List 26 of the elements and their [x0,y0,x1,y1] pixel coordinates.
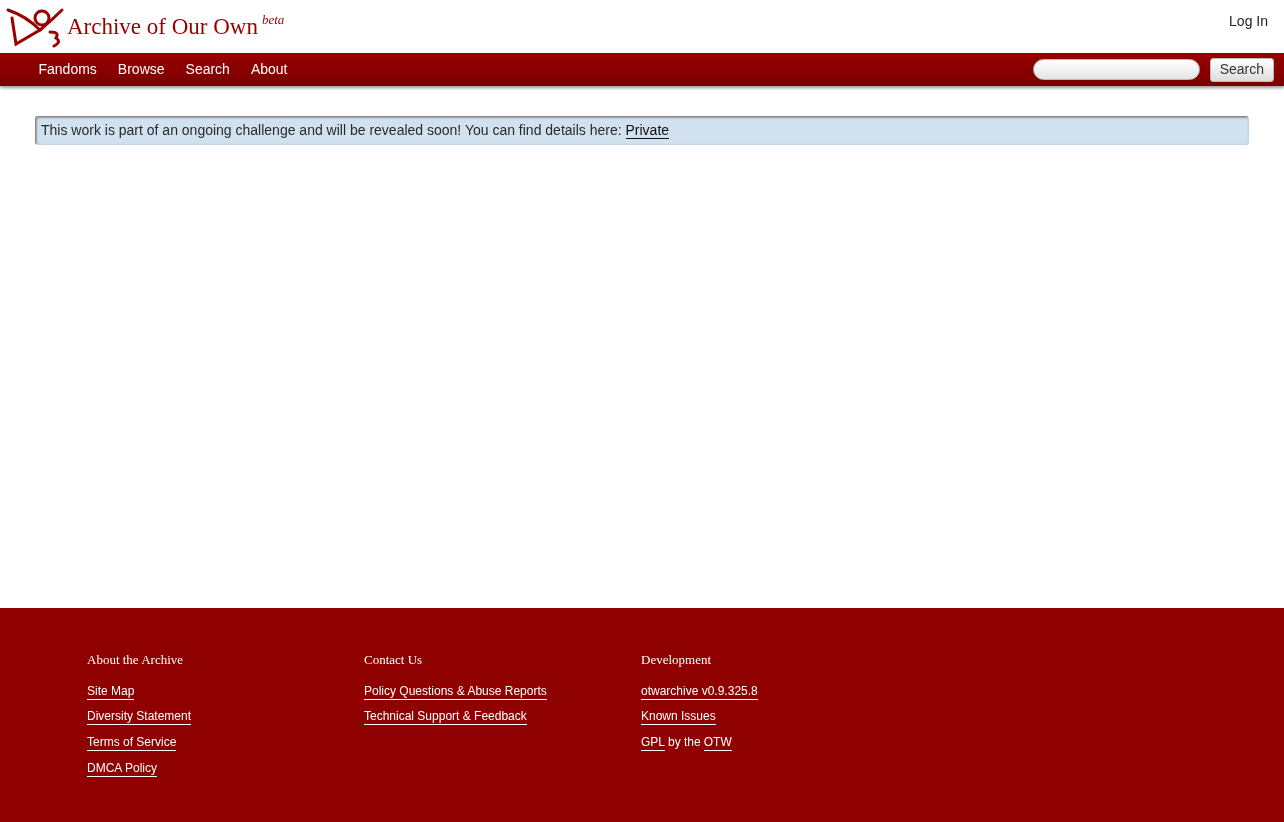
footer-link[interactable]: Technical Support & Feedback [364,709,527,726]
footer-heading: Development [641,651,712,669]
logo-icon[interactable] [6,6,66,48]
footer-link[interactable]: Diversity Statement [87,709,192,726]
search-field[interactable] [1032,59,1200,80]
footer-link[interactable]: DMCA Policy [87,760,157,777]
nav-link[interactable]: Search [175,59,241,80]
footer-link[interactable]: Terms of Service [87,734,177,751]
nav-link[interactable]: Fandoms [28,59,108,80]
footer-text: by the [668,734,701,750]
footer-link[interactable]: otwarchive v0.9.325.8 [641,683,758,700]
footer-link[interactable]: Policy Questions & Abuse Reports [364,683,547,700]
nav-link[interactable]: About [240,59,298,80]
site-title[interactable]: Archive of Our Own [67,10,258,45]
footer-link[interactable]: Known Issues [641,709,716,726]
footer-heading: About the Archive [87,651,184,669]
footer-heading: Contact Us [364,651,423,669]
nav-link[interactable]: Browse [107,59,176,80]
private-link[interactable]: Private [625,122,670,139]
footer-link[interactable]: GPL [641,734,665,751]
challenge-notice: This work is part of an ongoing challenge and will be revealed soon! You can find details here: Private [35,116,1249,145]
beta-label: beta [262,12,285,27]
footer-link[interactable]: OTW [703,734,732,751]
login-link[interactable]: Log In [1229,11,1268,32]
search-button[interactable]: Search [1209,57,1274,82]
footer-link[interactable]: Site Map [87,683,135,700]
